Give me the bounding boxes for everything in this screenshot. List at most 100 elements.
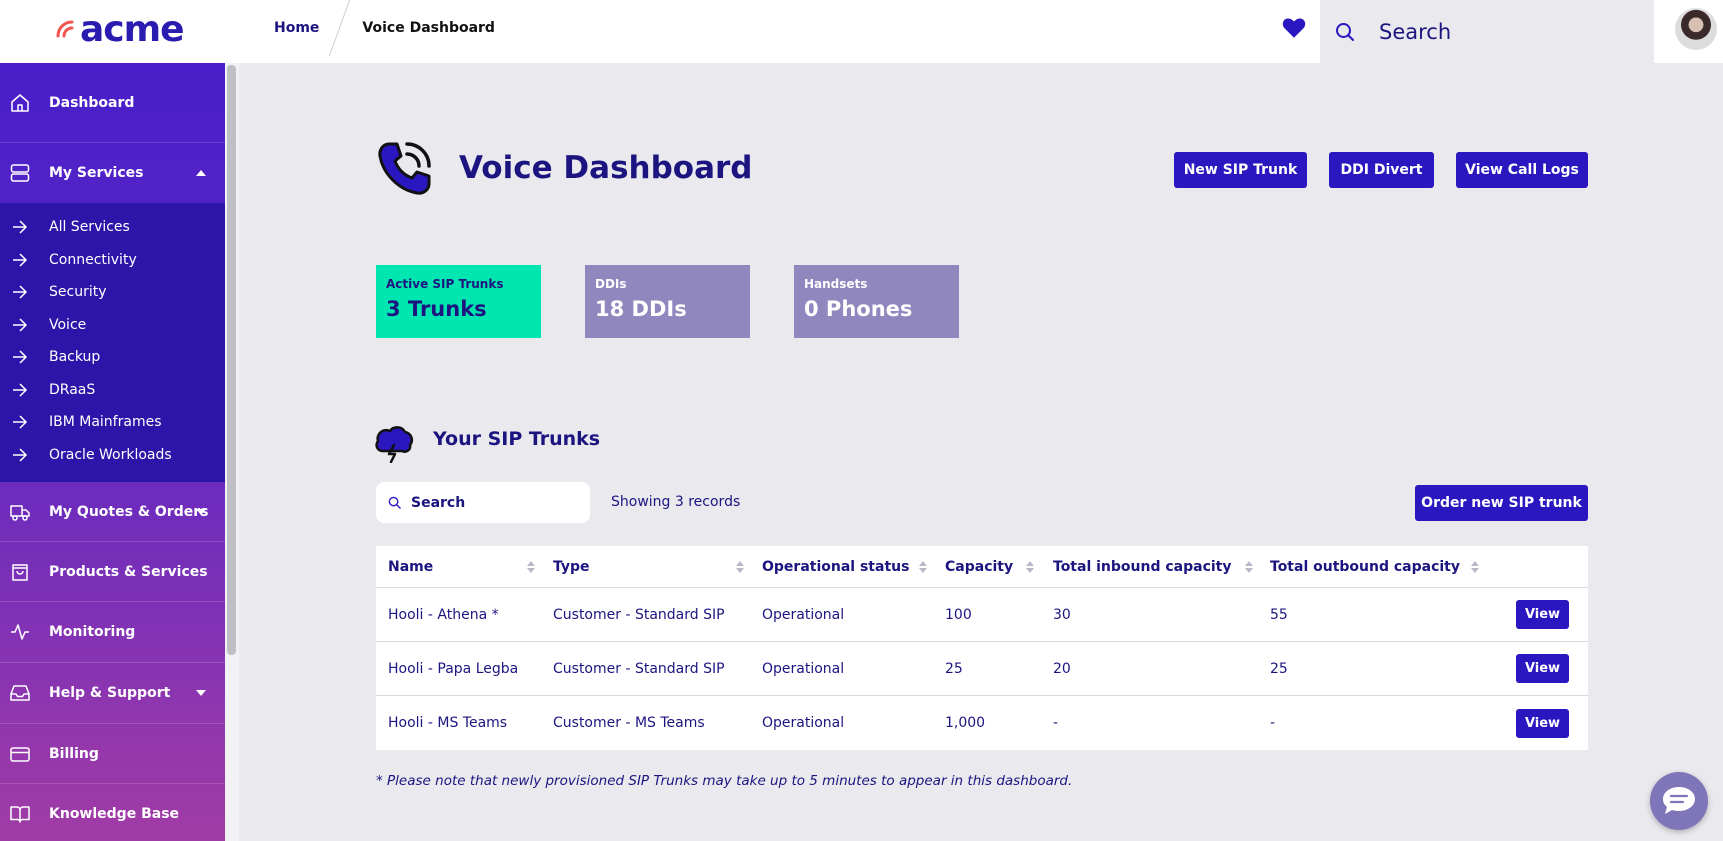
home-icon	[11, 93, 29, 112]
order-new-sip-trunk-button[interactable]: Order new SIP trunk	[1415, 485, 1588, 521]
sidebar-item-label: Billing	[49, 745, 99, 762]
view-call-logs-button[interactable]: View Call Logs	[1456, 152, 1588, 188]
record-count: Showing 3 records	[611, 494, 741, 510]
truck-icon	[10, 504, 30, 521]
sidebar-item-label: Knowledge Base	[49, 806, 180, 822]
stat-ddis[interactable]: DDIs 18 DDIs	[585, 265, 750, 338]
stat-value: 0 Phones	[804, 297, 913, 321]
view-button[interactable]: View	[1516, 600, 1569, 629]
column-header-name[interactable]: Name	[388, 559, 433, 575]
search-icon	[1336, 22, 1354, 41]
cell-status: Operational	[762, 606, 845, 623]
heart-icon[interactable]	[1281, 15, 1307, 41]
sidebar-item-monitoring[interactable]: Monitoring	[0, 602, 225, 663]
chevron-down-icon	[196, 690, 206, 696]
inbox-icon	[10, 685, 30, 701]
table-row: Hooli - MS Teams Customer - MS Teams Ope…	[376, 696, 1588, 750]
sidebar-subitem-label: All Services	[49, 219, 130, 236]
credit-card-icon	[10, 746, 30, 762]
sort-icon[interactable]	[736, 560, 744, 573]
column-header-outbound[interactable]: Total outbound capacity	[1270, 559, 1460, 575]
table-header-row: Name Type Operational status Capacity To…	[376, 546, 1588, 588]
my-services-submenu: All Services Connectivity Security Voice…	[0, 203, 225, 482]
sidebar-subitem-draas[interactable]: DRaaS	[0, 374, 225, 407]
breadcrumb-home[interactable]: Home	[274, 20, 319, 36]
chat-widget-button[interactable]	[1650, 772, 1708, 830]
sidebar-item-label: My Quotes & Orders	[49, 503, 209, 520]
cell-outbound: 55	[1270, 606, 1288, 623]
cell-name: Hooli - MS Teams	[388, 715, 508, 731]
sidebar-item-products-services[interactable]: Products & Services	[0, 542, 225, 602]
sidebar-subitem-oracle-workloads[interactable]: Oracle Workloads	[0, 439, 225, 472]
sidebar-item-quotes-orders[interactable]: My Quotes & Orders	[0, 482, 225, 542]
activity-icon	[11, 624, 29, 640]
sidebar-item-dashboard[interactable]: Dashboard	[0, 63, 225, 143]
sort-icon[interactable]	[919, 560, 927, 573]
sidebar-scrollbar[interactable]	[227, 65, 236, 655]
cell-capacity: 100	[945, 606, 972, 623]
chevron-down-icon	[196, 508, 206, 515]
server-icon	[10, 164, 30, 182]
sort-icon[interactable]	[527, 560, 535, 573]
ddi-divert-button[interactable]: DDI Divert	[1329, 152, 1434, 188]
cell-inbound: 30	[1053, 606, 1071, 623]
cell-type: Customer - Standard SIP	[553, 606, 725, 623]
stat-handsets[interactable]: Handsets 0 Phones	[794, 265, 959, 338]
sidebar-subitem-ibm-mainframes[interactable]: IBM Mainframes	[0, 406, 225, 439]
shopping-bag-icon	[12, 563, 28, 581]
column-header-status[interactable]: Operational status	[762, 559, 909, 575]
column-header-inbound[interactable]: Total inbound capacity	[1053, 559, 1232, 575]
cell-capacity: 1,000	[945, 715, 986, 731]
sip-trunks-table: Name Type Operational status Capacity To…	[376, 546, 1588, 750]
sidebar-subitem-label: Connectivity	[49, 251, 137, 268]
arrow-right-icon	[13, 415, 28, 429]
sidebar-subitem-connectivity[interactable]: Connectivity	[0, 244, 225, 277]
sort-icon[interactable]	[1245, 560, 1253, 573]
column-header-type[interactable]: Type	[553, 559, 590, 575]
sidebar-subitem-label: Security	[49, 284, 107, 301]
sidebar-subitem-security[interactable]: Security	[0, 276, 225, 309]
sidebar-item-label: Products & Services	[49, 563, 208, 580]
view-button[interactable]: View	[1516, 654, 1569, 683]
arrow-right-icon	[13, 448, 28, 462]
sort-icon[interactable]	[1471, 560, 1479, 573]
user-avatar[interactable]	[1675, 8, 1717, 50]
search-icon	[388, 496, 401, 509]
section-title: Your SIP Trunks	[433, 428, 601, 450]
acme-logo[interactable]: acme	[55, 9, 185, 50]
sidebar-item-billing[interactable]: Billing	[0, 724, 225, 784]
sidebar-item-help-support[interactable]: Help & Support	[0, 663, 225, 724]
sidebar-subitem-label: IBM Mainframes	[49, 414, 162, 431]
stat-active-sip-trunks[interactable]: Active SIP Trunks 3 Trunks	[376, 265, 541, 338]
arrow-right-icon	[13, 220, 28, 234]
stat-label: DDIs	[595, 277, 627, 291]
stat-value: 3 Trunks	[386, 297, 487, 321]
table-search[interactable]	[376, 482, 590, 523]
cell-status: Operational	[762, 660, 845, 677]
chevron-up-icon	[196, 170, 206, 176]
sidebar-subitem-voice[interactable]: Voice	[0, 309, 225, 342]
table-search-input[interactable]	[411, 494, 581, 511]
sidebar: Dashboard My Services All Services Conne…	[0, 63, 225, 841]
cell-status: Operational	[762, 715, 845, 731]
arrow-right-icon	[13, 350, 28, 364]
sidebar-subitem-all-services[interactable]: All Services	[0, 211, 225, 244]
sidebar-item-label: Help & Support	[49, 685, 171, 701]
global-search-input[interactable]	[1379, 19, 1639, 44]
sidebar-item-knowledge-base[interactable]: Knowledge Base	[0, 784, 225, 841]
cell-type: Customer - MS Teams	[553, 715, 705, 731]
view-button[interactable]: View	[1516, 708, 1569, 738]
cloud-lightning-icon	[375, 426, 414, 463]
sidebar-subitem-label: Oracle Workloads	[49, 446, 172, 463]
sidebar-subitem-backup[interactable]: Backup	[0, 341, 225, 374]
new-sip-trunk-button[interactable]: New SIP Trunk	[1174, 152, 1307, 188]
cell-outbound: -	[1270, 715, 1276, 731]
global-search[interactable]	[1320, 0, 1654, 63]
logo-text: acme	[80, 9, 185, 50]
cell-name: Hooli - Athena *	[388, 606, 499, 623]
column-header-capacity[interactable]: Capacity	[945, 559, 1013, 575]
sidebar-item-my-services[interactable]: My Services	[0, 143, 225, 203]
sort-icon[interactable]	[1026, 560, 1034, 573]
sidebar-item-label: Monitoring	[49, 624, 136, 640]
table-row: Hooli - Athena * Customer - Standard SIP…	[376, 588, 1588, 642]
